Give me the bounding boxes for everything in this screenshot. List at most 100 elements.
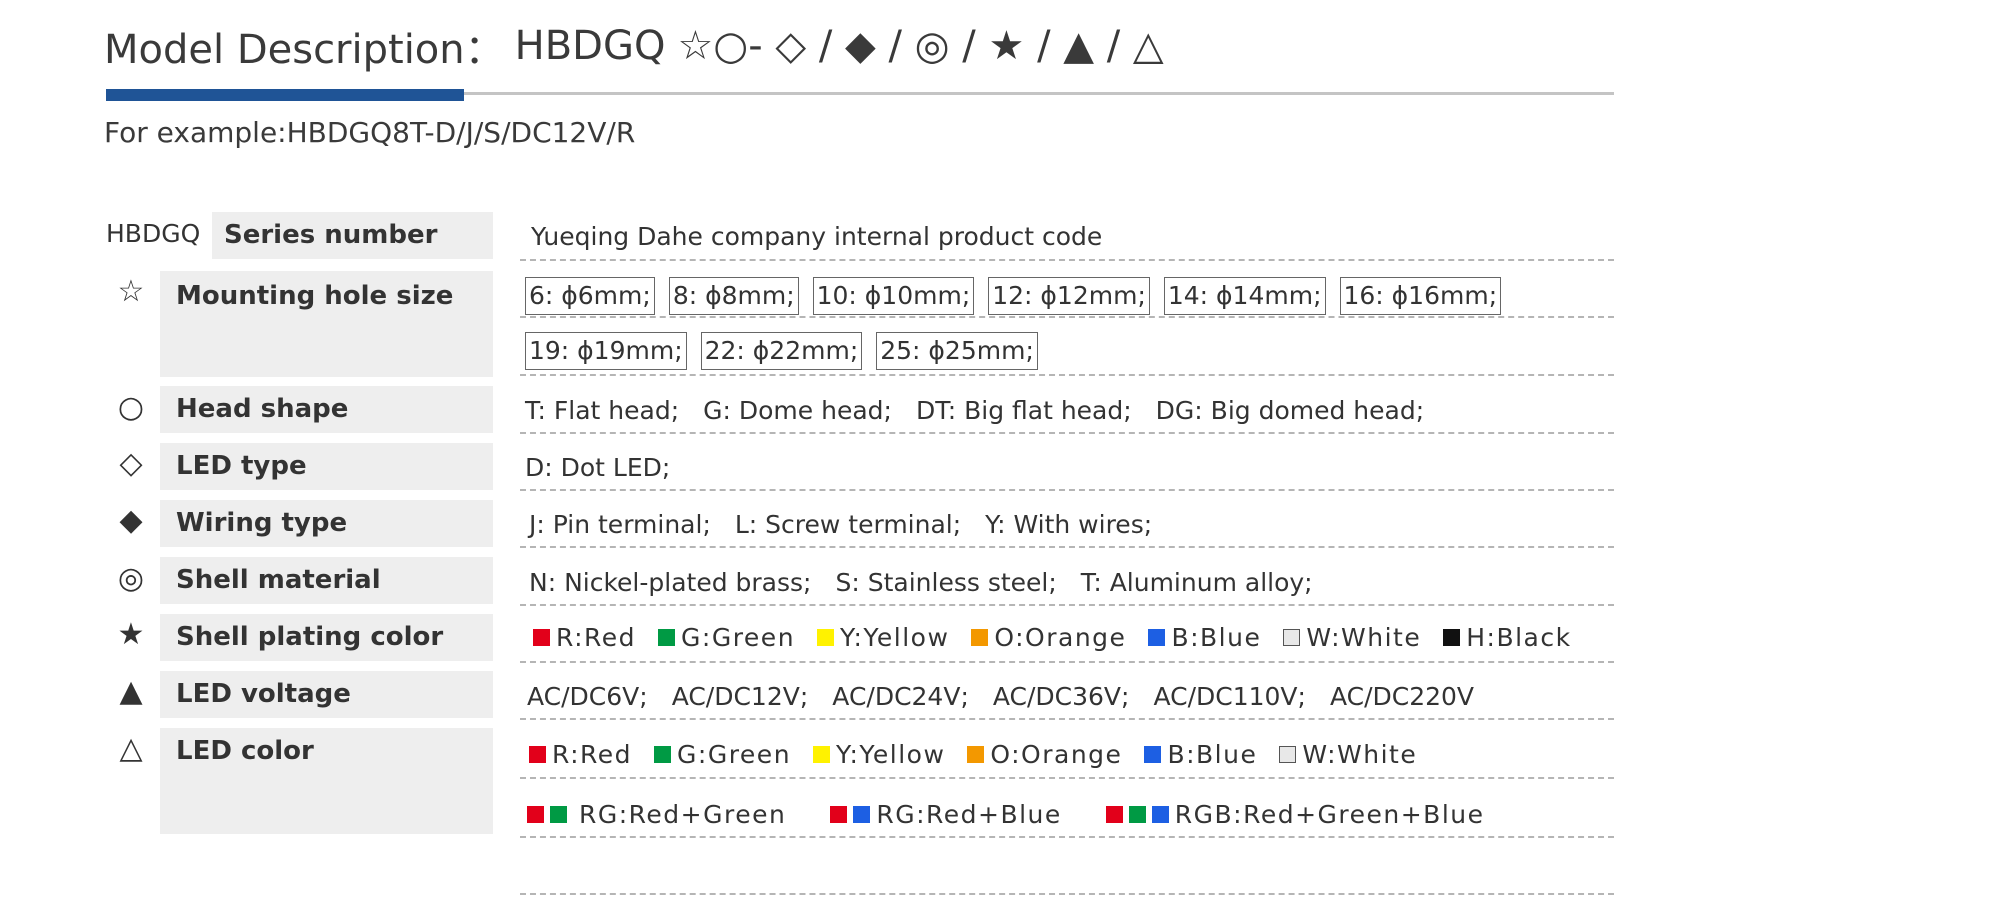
led-color-label: W:White: [1302, 739, 1418, 769]
led-color-label: RG:Red+Green: [579, 799, 787, 829]
led-color-options-line-1: R:Red G:Green Y:Yellow O:Orange B:Blue W…: [529, 734, 1439, 774]
series-description: Yueqing Dahe company internal product co…: [531, 221, 1103, 251]
shell-material-option: T: Aluminum alloy;: [1080, 567, 1313, 597]
plating-color-label: G:Green: [681, 622, 796, 652]
mounting-size-14: 14: ϕ14mm;: [1163, 277, 1326, 315]
yellow-swatch-icon: [817, 628, 835, 646]
led-voltage-option: AC/DC36V;: [992, 681, 1130, 711]
mounting-size-16: 16: ϕ16mm;: [1339, 277, 1502, 315]
led-color-red-green: RG:Red+Green: [527, 800, 786, 829]
circle-outline-icon: ○: [117, 390, 145, 425]
title-accent-bar: [106, 89, 464, 101]
example-text: For example:HBDGQ8T-D/J/S/DC12V/R: [104, 116, 636, 149]
title-prefix: Model Description：: [104, 27, 505, 73]
wiring-option: J: Pin terminal;: [529, 509, 711, 539]
led-color-blue: B:Blue: [1144, 740, 1257, 769]
led-voltage-option: AC/DC24V;: [832, 681, 969, 711]
plating-color-options: R:Red G:Green Y:Yellow O:Orange B:Blue W…: [533, 617, 1594, 657]
row-divider: [520, 546, 1614, 548]
shell-material-options: N: Nickel-plated brass; S: Stainless ste…: [529, 562, 1313, 602]
head-shape-option: T: Flat head;: [525, 395, 680, 425]
led-color-label: Y:Yellow: [836, 739, 946, 769]
mounting-size-12: 12: ϕ12mm;: [988, 277, 1150, 315]
star-outline-icon: ☆: [117, 274, 145, 309]
label-series-number: Series number: [212, 212, 493, 259]
white-swatch-icon: [1283, 628, 1301, 646]
series-code: HBDGQ: [106, 219, 201, 248]
label-led-color: LED color: [160, 728, 493, 834]
row-divider: [520, 661, 1614, 663]
plating-color-label: W:White: [1306, 622, 1422, 652]
shell-material-option: S: Stainless steel;: [835, 567, 1057, 597]
plating-color-green: G:Green: [658, 623, 795, 652]
white-swatch-icon: [1279, 745, 1297, 763]
label-led-type: LED type: [160, 443, 493, 490]
triangle-outline-icon: △: [119, 731, 143, 766]
green-swatch-icon: [654, 745, 672, 763]
led-color-rgb: RGB:Red+Green+Blue: [1105, 799, 1485, 829]
diamond-filled-icon: ◆: [119, 503, 143, 538]
led-type-option: D: Dot LED;: [525, 452, 671, 482]
led-color-label: R:Red: [552, 739, 633, 769]
led-voltage-option: AC/DC6V;: [527, 681, 648, 711]
label-wiring-type: Wiring type: [160, 500, 493, 547]
led-color-label: B:Blue: [1167, 739, 1258, 769]
wiring-option: L: Screw terminal;: [734, 509, 962, 539]
led-voltage-options: AC/DC6V; AC/DC12V; AC/DC24V; AC/DC36V; A…: [527, 676, 1474, 716]
row-divider: [520, 316, 1614, 318]
mounting-size-8: 8: ϕ8mm;: [668, 277, 799, 315]
mounting-sizes-line-1: 6: ϕ6mm; 8: ϕ8mm; 10: ϕ10mm; 12: ϕ12mm; …: [525, 276, 1515, 316]
row-divider: [520, 777, 1614, 779]
led-color-options-line-2: RG:Red+Green RG:Red+Blue RGB:Red+Green+B…: [527, 794, 1507, 834]
shell-material-option: N: Nickel-plated brass;: [529, 567, 812, 597]
green-swatch-icon: [658, 628, 676, 646]
star-filled-icon: ★: [117, 617, 145, 652]
led-color-label: O:Orange: [990, 739, 1123, 769]
led-color-orange: O:Orange: [967, 740, 1122, 769]
row-divider: [520, 259, 1614, 261]
row-divider: [520, 718, 1614, 720]
yellow-swatch-icon: [813, 745, 831, 763]
mounting-size-10: 10: ϕ10mm;: [812, 277, 975, 315]
orange-swatch-icon: [971, 628, 989, 646]
blue-swatch-icon: [1151, 805, 1169, 823]
green-swatch-icon: [1128, 805, 1146, 823]
mounting-size-22: 22: ϕ22mm;: [700, 332, 863, 370]
led-color-label: RG:Red+Blue: [876, 799, 1062, 829]
led-type-options: D: Dot LED;: [525, 447, 670, 487]
row-divider: [520, 432, 1614, 434]
blue-swatch-icon: [1144, 745, 1162, 763]
row-divider: [520, 836, 1614, 838]
led-voltage-option: AC/DC110V;: [1153, 681, 1306, 711]
red-swatch-icon: [1105, 805, 1123, 823]
red-swatch-icon: [527, 805, 544, 823]
label-led-voltage: LED voltage: [160, 671, 493, 718]
blue-swatch-icon: [1148, 628, 1166, 646]
led-color-label: RGB:Red+Green+Blue: [1174, 799, 1485, 829]
orange-swatch-icon: [967, 745, 985, 763]
bullseye-icon: ◎: [117, 561, 145, 596]
black-swatch-icon: [1443, 628, 1461, 646]
row-divider: [520, 604, 1614, 606]
led-color-white: W:White: [1279, 740, 1417, 769]
mounting-sizes-line-2: 19: ϕ19mm; 22: ϕ22mm; 25: ϕ25mm;: [525, 331, 1052, 371]
led-color-green: G:Green: [654, 740, 791, 769]
page-title: Model Description： HBDGQ ☆○- ◇ / ◆ / ◎ /…: [104, 14, 1164, 78]
head-shape-options: T: Flat head; G: Dome head; DT: Big flat…: [525, 390, 1424, 430]
red-swatch-icon: [533, 628, 550, 646]
plating-color-black: H:Black: [1443, 623, 1571, 652]
plating-color-label: B:Blue: [1171, 622, 1262, 652]
label-shell-material: Shell material: [160, 557, 493, 604]
row-divider: [520, 374, 1614, 376]
plating-color-label: O:Orange: [994, 622, 1127, 652]
wiring-option: Y: With wires;: [985, 509, 1153, 539]
head-shape-option: DG: Big domed head;: [1155, 395, 1425, 425]
plating-color-yellow: Y:Yellow: [817, 623, 949, 652]
head-shape-option: DT: Big flat head;: [915, 395, 1132, 425]
led-color-red: R:Red: [529, 740, 632, 769]
triangle-filled-icon: ▲: [119, 674, 143, 709]
red-swatch-icon: [830, 805, 848, 823]
row-divider: [520, 489, 1614, 491]
head-shape-option: G: Dome head;: [703, 395, 892, 425]
model-code: HBDGQ: [514, 23, 666, 69]
